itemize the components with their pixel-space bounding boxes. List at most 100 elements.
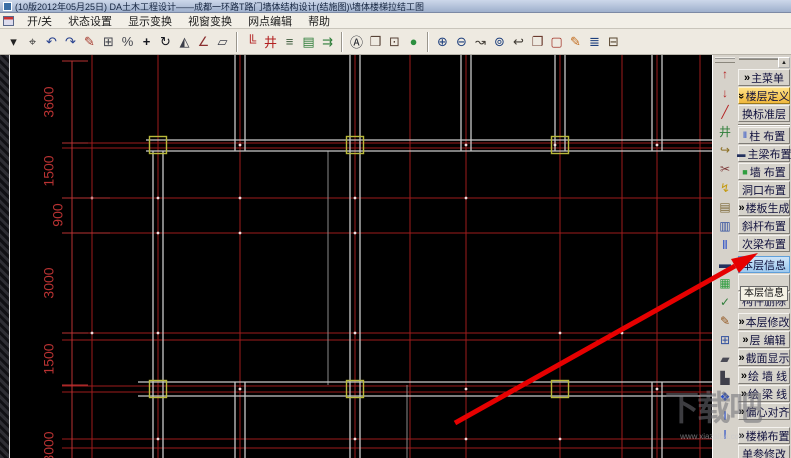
menu-bar: 开/关 状态设置 显示变换 视窗变换 网点编辑 帮助 — [0, 13, 791, 29]
zoom-extent-icon[interactable]: ⊚ — [490, 32, 509, 51]
scroll-up-button[interactable]: ▲ — [778, 57, 790, 68]
beam-bar-icon[interactable]: ▬ — [717, 256, 734, 272]
move-down-icon[interactable]: ↓ — [717, 85, 734, 101]
menu-item-opening-layout[interactable]: 洞口布置 — [738, 181, 790, 198]
pan-view-icon[interactable]: ↝ — [471, 32, 490, 51]
dark-folder-icon[interactable]: ▰ — [717, 351, 734, 367]
menu-item-label: 层 编辑 — [749, 334, 786, 347]
note-book-icon[interactable]: ▥ — [717, 218, 734, 234]
menu-item-wall-layout[interactable]: ■ 墙 布置 — [738, 163, 790, 180]
edit-sheet-icon[interactable]: ✎ — [566, 32, 585, 51]
rotate-icon[interactable]: ↻ — [156, 32, 175, 51]
title-bar: (10版2012年05月25日) DA土木工程设计——成都一环路T路门墙体结构设… — [0, 0, 791, 13]
style-caret-icon[interactable]: ▾ — [4, 32, 23, 51]
menu-item-label: 主梁布置 — [747, 148, 791, 161]
chevron-down-icon: » — [737, 92, 748, 98]
send-out-icon[interactable]: ↪ — [717, 142, 734, 158]
move-up-icon[interactable]: ↑ — [717, 66, 734, 82]
move-icon[interactable]: + — [137, 32, 156, 51]
beam-icon: ▬ — [737, 148, 746, 159]
pencil-icon[interactable]: ✎ — [717, 313, 734, 329]
zoom-prev-icon[interactable]: ↩ — [509, 32, 528, 51]
menu-item-draw-wall-line[interactable]: » 绘 墙 线 — [738, 367, 790, 384]
menu-item-stair-layout[interactable]: » 楼梯布置 — [738, 427, 790, 444]
layer-map-icon[interactable]: ▤ — [299, 32, 318, 51]
i-section-icon[interactable]: Ⅰ — [717, 408, 734, 424]
i-section2-icon[interactable]: Ⅰ — [717, 427, 734, 443]
menu-item-offset-align[interactable]: » 偏心对齐 — [738, 403, 790, 420]
confirm-check-icon[interactable]: ✓ — [717, 294, 734, 310]
menu-window-icon — [3, 15, 14, 26]
menu-item-slab-generate[interactable]: » 楼板生成 — [738, 199, 790, 216]
cut-icon[interactable]: ✂ — [717, 161, 734, 177]
form-check-icon[interactable]: ⊟ — [604, 32, 623, 51]
menu-item-single-param-modify[interactable]: 单参修改 — [738, 445, 790, 458]
menu-item-floor-define[interactable]: »楼层定义 — [737, 87, 790, 104]
blue-mark-icon[interactable]: ❖ — [717, 389, 734, 405]
chevron-right-icon: » — [738, 351, 745, 364]
menu-status-settings[interactable]: 状态设置 — [60, 13, 120, 29]
axes-net-icon[interactable]: 井 — [717, 123, 734, 139]
menu-node-edit[interactable]: 网点编辑 — [240, 13, 300, 29]
menu-item-main-menu[interactable]: » 主菜单 — [738, 69, 790, 86]
menu-item-change-std-floor[interactable]: 换标准层 — [738, 105, 790, 122]
mirror-icon[interactable]: ◭ — [175, 32, 194, 51]
edit-pen-icon[interactable]: ✎ — [80, 32, 99, 51]
menu-item-draw-beam-line[interactable]: » 绘 梁 线 — [738, 385, 790, 402]
redo-icon[interactable]: ↷ — [61, 32, 80, 51]
pace-arrows-icon[interactable]: ⇉ — [318, 32, 337, 51]
data-list-icon[interactable]: ≣ — [585, 32, 604, 51]
menu-help[interactable]: 帮助 — [300, 13, 338, 29]
menu-item-label: 柱 布置 — [749, 130, 786, 143]
wall-hatch-icon[interactable]: ▦ — [717, 275, 734, 291]
array-grid-icon[interactable]: ⊞ — [99, 32, 118, 51]
menu-item-layer-edit[interactable]: » 层 编辑 — [738, 331, 790, 348]
undo-icon[interactable]: ↶ — [42, 32, 61, 51]
node-dot — [655, 387, 659, 391]
menu-separator — [738, 124, 790, 126]
node-dot — [464, 387, 468, 391]
zoom-out-icon[interactable]: ⊖ — [452, 32, 471, 51]
compass-icon[interactable]: Ⓐ — [347, 32, 366, 51]
cube-wire-icon[interactable]: ⊡ — [385, 32, 404, 51]
menu-display-transform[interactable]: 显示变换 — [120, 13, 180, 29]
icon-column-grip[interactable] — [715, 57, 735, 63]
render-ball-icon[interactable]: ● — [404, 32, 423, 51]
menu-item-main-beam-layout[interactable]: ▬ 主梁布置 — [737, 145, 791, 162]
axis-grid-icon[interactable]: 井 — [261, 32, 280, 51]
flash-a-icon[interactable]: ↯ — [717, 180, 734, 196]
menu-viewport-transform[interactable]: 视窗变换 — [180, 13, 240, 29]
copy-clip-icon[interactable]: ❐ — [528, 32, 547, 51]
drawing-canvas[interactable]: 3600 1500 900 3000 1500 3000 — [10, 55, 712, 458]
menu-item-label: 墙 布置 — [749, 166, 786, 179]
dimension-label: 3600 — [41, 86, 57, 117]
menu-item-label: 偏心对齐 — [745, 406, 790, 419]
node-dot — [353, 437, 357, 441]
menu-item-section-display[interactable]: » 截面显示 — [738, 349, 790, 366]
menu-item-label: 主菜单 — [751, 72, 785, 85]
column-i-icon[interactable]: Ⅱ — [717, 237, 734, 253]
full-window-icon[interactable]: ▢ — [547, 32, 566, 51]
stretch-icon[interactable]: ∠ — [194, 32, 213, 51]
grid-table-icon[interactable]: ⊞ — [717, 332, 734, 348]
draw-slash-icon[interactable]: ╱ — [717, 104, 734, 120]
clip-pad-icon[interactable]: ▤ — [717, 199, 734, 215]
menu-item-column-layout[interactable]: Ⅱ柱 布置 — [738, 127, 790, 144]
chevron-right-icon: » — [738, 201, 745, 214]
polygon-icon[interactable]: ▱ — [213, 32, 232, 51]
node-snap-icon[interactable]: % — [118, 32, 137, 51]
cube-view-icon[interactable]: ❒ — [366, 32, 385, 51]
fill-section-icon[interactable]: ≡ — [280, 32, 299, 51]
menu-toggle[interactable]: 开/关 — [19, 13, 60, 29]
node-dot — [558, 331, 562, 335]
menu-item-sec-beam-layout[interactable]: 次梁布置 — [738, 235, 790, 252]
stair-step-icon[interactable]: ╚ — [242, 32, 261, 51]
node-dot — [238, 196, 242, 200]
node-target-icon[interactable]: ⌖ — [23, 32, 42, 51]
node-dot — [553, 143, 557, 147]
zoom-in-icon[interactable]: ⊕ — [433, 32, 452, 51]
cart-icon[interactable]: ▙ — [717, 370, 734, 386]
menu-item-floor-info[interactable]: 本层信息 — [738, 256, 790, 273]
menu-item-floor-modify[interactable]: » 本层修改 — [738, 313, 790, 330]
menu-item-brace-layout[interactable]: 斜杆布置 — [738, 217, 790, 234]
